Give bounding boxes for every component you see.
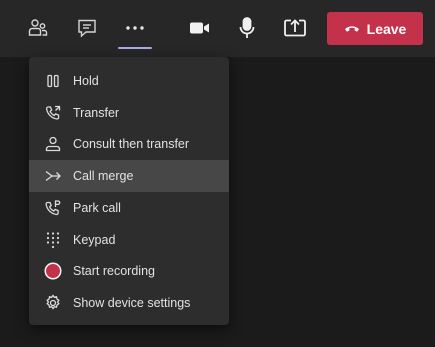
microphone-icon bbox=[236, 16, 258, 40]
menu-item-label: Show device settings bbox=[73, 296, 191, 311]
leave-label: Leave bbox=[366, 20, 407, 37]
share-screen-button[interactable] bbox=[278, 11, 312, 45]
menu-item-label: Hold bbox=[73, 73, 99, 88]
merge-arrow-icon bbox=[43, 166, 63, 186]
menu-item-keypad[interactable]: Keypad bbox=[29, 224, 229, 256]
more-options-menu: Hold Transfer Consult then transfer Call… bbox=[29, 57, 229, 325]
hang-up-icon bbox=[344, 21, 360, 37]
menu-item-start-recording[interactable]: Start recording bbox=[29, 256, 229, 288]
park-call-icon bbox=[43, 198, 63, 218]
transfer-call-icon bbox=[43, 103, 63, 123]
camera-button[interactable] bbox=[183, 11, 217, 45]
menu-item-hold[interactable]: Hold bbox=[29, 65, 229, 97]
menu-item-label: Consult then transfer bbox=[73, 137, 190, 152]
menu-item-show-device-settings[interactable]: Show device settings bbox=[29, 287, 229, 319]
menu-item-label: Keypad bbox=[73, 232, 116, 247]
menu-item-label: Start recording bbox=[73, 264, 155, 279]
menu-item-label: Transfer bbox=[73, 105, 120, 120]
more-options-icon bbox=[124, 17, 146, 39]
microphone-button[interactable] bbox=[230, 11, 264, 45]
leave-button[interactable]: Leave bbox=[327, 12, 423, 45]
active-indicator bbox=[118, 47, 152, 49]
menu-item-park-call[interactable]: Park call bbox=[29, 192, 229, 224]
consult-person-icon bbox=[43, 134, 63, 154]
menu-item-call-merge[interactable]: Call merge bbox=[29, 160, 229, 192]
menu-item-transfer[interactable]: Transfer bbox=[29, 97, 229, 129]
dialpad-icon bbox=[43, 230, 63, 250]
people-button[interactable] bbox=[21, 11, 55, 45]
call-toolbar: Leave bbox=[0, 0, 435, 57]
menu-item-label: Park call bbox=[73, 200, 121, 215]
menu-item-label: Call merge bbox=[73, 169, 134, 184]
chat-icon bbox=[76, 17, 98, 39]
chat-button[interactable] bbox=[70, 11, 104, 45]
share-screen-icon bbox=[283, 17, 307, 39]
menu-item-consult-then-transfer[interactable]: Consult then transfer bbox=[29, 129, 229, 161]
camera-icon bbox=[188, 17, 212, 39]
settings-gear-icon bbox=[43, 293, 63, 313]
more-options-button[interactable] bbox=[118, 11, 152, 45]
people-icon bbox=[27, 17, 49, 39]
pause-icon bbox=[43, 71, 63, 91]
record-icon bbox=[43, 261, 63, 281]
